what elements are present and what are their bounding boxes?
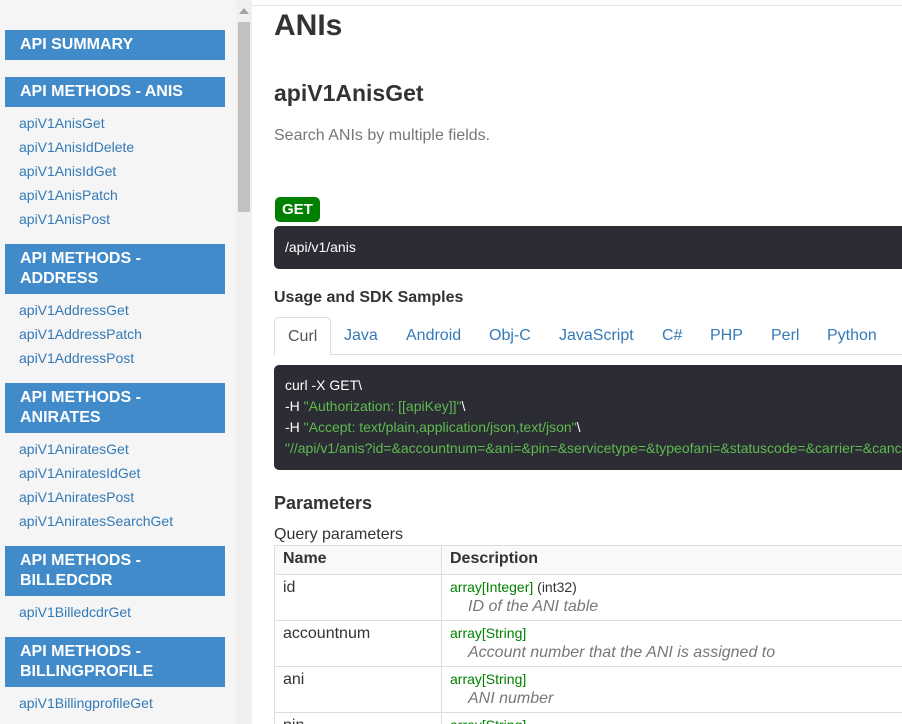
code-text: curl -X GET\ — [285, 377, 363, 393]
sidebar-section-label-line2: ADDRESS — [20, 270, 99, 287]
sidebar-link-apiv1aniratessearchget[interactable]: apiV1AniratesSearchGet — [19, 512, 173, 530]
tab-android[interactable]: Android — [393, 317, 474, 355]
method-title: apiV1AnisGet — [274, 80, 424, 106]
sidebar-section-label-line2: BILLEDCDR — [20, 572, 113, 589]
param-name-cell: pin — [274, 712, 442, 724]
table-row: accountnum array[String] Account number … — [274, 620, 902, 667]
param-type: array[Integer] — [450, 579, 534, 595]
http-verb-badge: GET — [275, 197, 320, 222]
sidebar-link-apiv1addressget[interactable]: apiV1AddressGet — [19, 301, 129, 319]
scrollbar-thumb[interactable] — [238, 22, 250, 212]
tab-curl[interactable]: Curl — [274, 317, 332, 356]
page-title: ANIs — [274, 9, 343, 42]
code-text: \ — [576, 419, 581, 435]
table-row: id array[Integer] (int32) ID of the ANI … — [274, 574, 902, 621]
sidebar-section-billedcdr[interactable]: API METHODS - BILLEDCDR — [5, 546, 225, 596]
sidebar-section-label: API METHODS - — [20, 552, 141, 569]
param-type: array[String] — [450, 717, 526, 724]
table-row: ani array[String] ANI number — [274, 666, 902, 713]
sidebar-section-label: API METHODS - — [20, 250, 141, 267]
sidebar-link-apiv1aniratesidget[interactable]: apiV1AniratesIdGet — [19, 464, 140, 482]
tab-python[interactable]: Python — [814, 317, 890, 355]
sidebar-link-apiv1aniratesget[interactable]: apiV1AniratesGet — [19, 440, 129, 458]
curl-code-sample: curl -X GET\ -H "Authorization: [[apiKey… — [274, 365, 902, 470]
sidebar-link-apiv1addresspatch[interactable]: apiV1AddressPatch — [19, 325, 142, 343]
param-type: array[String] — [450, 671, 527, 687]
main-content: ANIs apiV1AnisGet Search ANIs by multipl… — [252, 0, 902, 724]
parameters-heading: Parameters — [274, 493, 373, 513]
sidebar-link-apiv1aniratespost[interactable]: apiV1AniratesPost — [19, 488, 134, 506]
tab-csharp[interactable]: C# — [649, 317, 695, 355]
param-name: ani — [283, 671, 305, 688]
param-description: ANI number — [468, 690, 554, 707]
tab-java[interactable]: Java — [331, 317, 391, 355]
usage-heading: Usage and SDK Samples — [274, 289, 464, 306]
param-description: Account number that the ANI is assigned … — [468, 644, 776, 661]
param-format: (int32) — [533, 579, 577, 595]
parameters-table: Name Description id array[Integer] (int3… — [274, 545, 902, 724]
param-desc-cell: array[String] Account number that the AN… — [441, 620, 902, 667]
sidebar-link-apiv1anisidget[interactable]: apiV1AnisIdGet — [19, 162, 116, 180]
sidebar-section-label: API METHODS - ANIS — [20, 83, 183, 100]
param-name-cell: id — [274, 574, 442, 621]
param-desc-cell: array[String] — [441, 712, 902, 724]
param-name-cell: ani — [274, 666, 442, 713]
code-line: "//api/v1/anis?id=&accountnum=&ani=&pin=… — [285, 438, 902, 459]
code-string: "Authorization: [[apiKey]]" — [303, 398, 462, 414]
sidebar-section-anis[interactable]: API METHODS - ANIS — [5, 77, 225, 107]
tab-php[interactable]: PHP — [697, 317, 756, 355]
code-string: "Accept: text/plain,application/json,tex… — [303, 419, 577, 435]
param-desc-cell: array[String] ANI number — [441, 666, 902, 713]
endpoint-path: /api/v1/anis — [274, 226, 902, 269]
sidebar-section-label-line2: ANIRATES — [20, 409, 101, 426]
method-description: Search ANIs by multiple fields. — [274, 127, 491, 144]
query-parameters-label: Query parameters — [274, 526, 403, 543]
sidebar-link-apiv1billingprofileget[interactable]: apiV1BillingprofileGet — [19, 694, 153, 712]
code-line: -H "Authorization: [[apiKey]]"\ — [285, 396, 902, 417]
sidebar-section-label: API METHODS - — [20, 643, 141, 660]
sidebar-scrollbar[interactable] — [236, 0, 252, 724]
sidebar-section-label: API METHODS - — [20, 389, 141, 406]
tab-perl[interactable]: Perl — [758, 317, 812, 355]
sidebar-section-api-summary[interactable]: API SUMMARY — [5, 30, 225, 60]
param-type: array[String] — [450, 625, 527, 641]
sidebar-section-label: API SUMMARY — [20, 36, 134, 53]
param-name: id — [283, 579, 296, 596]
column-header-description: Description — [441, 545, 902, 575]
sidebar-link-apiv1anisget[interactable]: apiV1AnisGet — [19, 114, 105, 132]
code-string: "//api/v1/anis?id=&accountnum=&ani=&pin=… — [285, 440, 902, 456]
api-docs-page: API SUMMARY API METHODS - ANIS apiV1Anis… — [0, 0, 902, 724]
sidebar-section-label-line2: BILLINGPROFILE — [20, 663, 154, 680]
code-text: -H — [285, 398, 304, 414]
code-line: curl -X GET\ — [285, 375, 902, 396]
sidebar-section-anirates[interactable]: API METHODS - ANIRATES — [5, 383, 225, 433]
code-text: \ — [461, 398, 466, 414]
code-text: -H — [285, 419, 304, 435]
table-header-row: Name Description — [274, 545, 902, 575]
top-divider — [252, 5, 902, 6]
column-header-name: Name — [274, 545, 442, 575]
tab-objc[interactable]: Obj-C — [476, 317, 544, 355]
sidebar-link-apiv1addresspost[interactable]: apiV1AddressPost — [19, 349, 134, 367]
param-name: accountnum — [283, 625, 371, 642]
param-name-cell: accountnum — [274, 620, 442, 667]
param-desc-cell: array[Integer] (int32) ID of the ANI tab… — [441, 574, 902, 621]
param-name: pin — [283, 716, 433, 724]
param-description: ID of the ANI table — [468, 598, 599, 615]
sdk-tabs: Curl Java Android Obj-C JavaScript C# PH… — [274, 317, 902, 356]
sidebar-nav: API SUMMARY API METHODS - ANIS apiV1Anis… — [0, 0, 236, 724]
scroll-up-arrow-icon[interactable] — [239, 8, 249, 14]
sidebar-section-address[interactable]: API METHODS - ADDRESS — [5, 244, 225, 294]
tab-javascript[interactable]: JavaScript — [546, 317, 647, 355]
table-row: pin array[String] — [274, 712, 902, 724]
sidebar-link-apiv1anispost[interactable]: apiV1AnisPost — [19, 210, 110, 228]
sidebar-link-apiv1anispatch[interactable]: apiV1AnisPatch — [19, 186, 118, 204]
sidebar-section-billingprofile[interactable]: API METHODS - BILLINGPROFILE — [5, 637, 225, 687]
sidebar-link-apiv1anisiddelete[interactable]: apiV1AnisIdDelete — [19, 138, 134, 156]
sidebar-link-apiv1billedcdrget[interactable]: apiV1BilledcdrGet — [19, 603, 131, 621]
code-line: -H "Accept: text/plain,application/json,… — [285, 417, 902, 438]
